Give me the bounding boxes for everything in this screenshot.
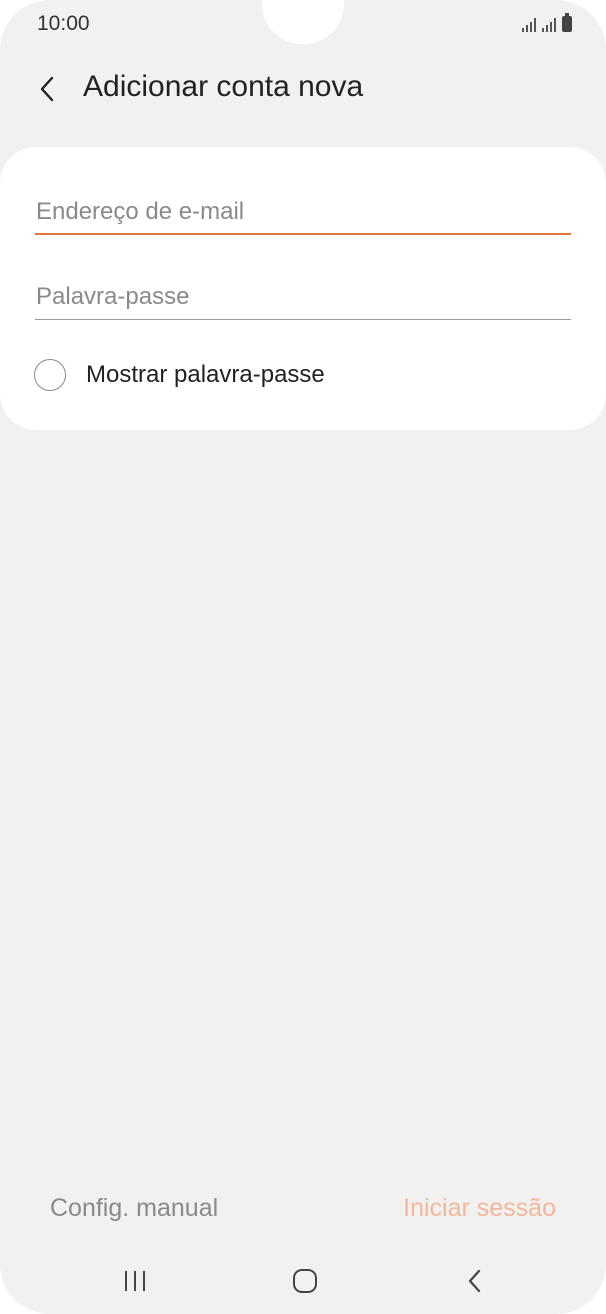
email-field [35,191,571,235]
home-icon[interactable] [285,1266,325,1296]
camera-notch [262,0,344,44]
bottom-actions: Config. manual Iniciar sessão [0,1188,606,1232]
chevron-left-icon[interactable] [33,72,61,106]
app-header: Adicionar conta nova [0,62,606,118]
battery-icon [562,13,572,32]
show-password-radio[interactable] [34,359,66,391]
email-input[interactable] [35,191,571,233]
signal-icon-2 [542,16,556,32]
password-field [35,276,571,320]
sign-in-button[interactable]: Iniciar sessão [403,1194,556,1223]
show-password-label: Mostrar palavra-passe [86,361,325,388]
email-underline [35,233,571,235]
phone-screen: 10:00 Adicionar conta nova Mostrar palav… [0,0,606,1314]
status-icons [522,13,572,32]
signal-icon [522,16,536,32]
system-navbar [0,1250,606,1310]
password-underline [35,319,571,320]
status-time: 10:00 [37,12,90,35]
show-password-toggle[interactable]: Mostrar palavra-passe [34,358,325,392]
recent-apps-icon[interactable] [115,1266,155,1296]
page-title: Adicionar conta nova [83,70,364,103]
manual-setup-button[interactable]: Config. manual [50,1194,218,1223]
password-input[interactable] [35,276,571,318]
back-icon[interactable] [455,1266,495,1296]
